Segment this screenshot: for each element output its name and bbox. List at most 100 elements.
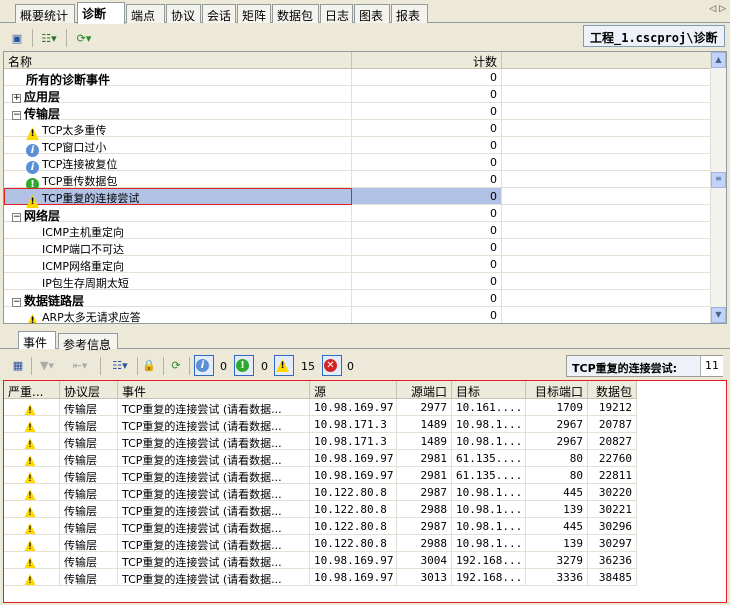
separator xyxy=(189,357,190,375)
grid-header-target-port[interactable]: 目标端口 xyxy=(526,381,588,399)
scroll-thumb[interactable]: ≡ xyxy=(711,172,726,188)
lock-icon[interactable]: 🔒 xyxy=(141,357,157,373)
scroll-up-button[interactable]: ▲ xyxy=(711,52,726,68)
tab-4[interactable]: 会话 xyxy=(202,4,236,23)
warning-icon: ! xyxy=(23,523,37,534)
tree-row[interactable]: i TCP窗口过小 0 xyxy=(4,137,712,157)
target-port-cell: 2967 xyxy=(526,433,588,450)
tree-row[interactable]: − 数据链路层 0 xyxy=(4,290,712,308)
export-icon[interactable]: ▦ xyxy=(10,357,26,373)
refresh-icon[interactable]: ⟳▾ xyxy=(71,30,97,46)
tree-row-count: 0 xyxy=(352,120,502,137)
tab-9[interactable]: 报表 xyxy=(391,4,428,23)
layer-cell: 传输层 xyxy=(60,467,118,484)
scroll-down-button[interactable]: ▼ xyxy=(711,307,726,323)
packet-cell: 30220 xyxy=(588,484,637,501)
source-port-cell: 3013 xyxy=(397,569,452,586)
column-chooser-icon[interactable]: ☷▾ xyxy=(38,30,60,46)
expand-icon[interactable]: + xyxy=(12,94,21,103)
save-icon[interactable]: ▣ xyxy=(9,30,25,46)
columns-icon[interactable]: ☷▾ xyxy=(108,357,132,373)
tree-row[interactable]: ICMP网络重定向 0 xyxy=(4,256,712,273)
grid-row[interactable]: ! 传输层 TCP重复的连接尝试 (请看数据... 10.98.169.97 2981 6… xyxy=(4,450,637,467)
tab-1[interactable]: 诊断 xyxy=(77,2,125,24)
grid-row[interactable]: ! 传输层 TCP重复的连接尝试 (请看数据... 10.122.80.8 2987 10… xyxy=(4,484,637,501)
grid-row[interactable]: ! 传输层 TCP重复的连接尝试 (请看数据... 10.98.169.97 2981 6… xyxy=(4,467,637,484)
warning-icon: ! xyxy=(23,438,37,449)
grid-row[interactable]: ! 传输层 TCP重复的连接尝试 (请看数据... 10.98.169.97 3013 1… xyxy=(4,569,637,586)
warning-icon: ! xyxy=(23,404,37,415)
event-cell: TCP重复的连接尝试 (请看数据... xyxy=(118,433,310,450)
tree-row-count: 0 xyxy=(352,205,502,222)
target-cell: 192.168... xyxy=(452,569,526,586)
tree-row-filler xyxy=(502,188,712,205)
tree-row[interactable]: ! ARP太多无请求应答 0 xyxy=(4,307,712,324)
grid-header-source[interactable]: 源 xyxy=(310,381,397,399)
info-count: 0 xyxy=(220,360,227,373)
separator xyxy=(137,357,138,375)
grid-row[interactable]: ! 传输层 TCP重复的连接尝试 (请看数据... 10.98.171.3 1489 10… xyxy=(4,416,637,433)
tree-row[interactable]: − 传输层 0 xyxy=(4,103,712,121)
source-port-cell: 1489 xyxy=(397,433,452,450)
warning-icon: ! xyxy=(26,314,39,323)
tab-6[interactable]: 数据包 xyxy=(272,4,319,23)
error-icon: ✕ xyxy=(324,359,337,372)
tab-8[interactable]: 图表 xyxy=(354,4,390,23)
tree-row[interactable]: + 应用层 0 xyxy=(4,86,712,104)
filter-info-toggle[interactable]: i xyxy=(194,355,214,376)
separator xyxy=(66,29,67,47)
tree-row[interactable]: ! TCP太多重传 0 xyxy=(4,120,712,140)
tab-5[interactable]: 矩阵 xyxy=(237,4,271,23)
collapse-icon[interactable]: − xyxy=(12,298,21,307)
tree-row-filler xyxy=(502,256,712,273)
tree-scrollbar[interactable]: ▲ ≡ ▼ xyxy=(710,52,726,323)
filter-error-toggle[interactable]: ✕ xyxy=(322,355,342,376)
filter-notice-toggle[interactable]: ! xyxy=(234,355,254,376)
bottom-tab-1[interactable]: 参考信息 xyxy=(58,333,118,352)
tree-row[interactable]: IP包生存周期太短 0 xyxy=(4,273,712,290)
collapse-icon[interactable]: − xyxy=(12,111,21,120)
grid-header-event[interactable]: 事件 xyxy=(118,381,310,399)
column-header-name[interactable]: 名称 xyxy=(4,52,352,69)
target-cell: 10.98.1... xyxy=(452,416,526,433)
tree-row-name-cell: ICMP网络重定向 xyxy=(4,256,352,273)
source-port-cell: 2987 xyxy=(397,518,452,535)
event-cell: TCP重复的连接尝试 (请看数据... xyxy=(118,552,310,569)
tab-7[interactable]: 日志 xyxy=(320,4,353,23)
tab-3[interactable]: 协议 xyxy=(166,4,201,23)
grid-row[interactable]: ! 传输层 TCP重复的连接尝试 (请看数据... 10.98.169.97 3004 1… xyxy=(4,552,637,569)
tree-row-label: 网络层 xyxy=(24,209,61,223)
tree-row[interactable]: 所有的诊断事件 0 xyxy=(4,69,712,87)
grid-row[interactable]: ! 传输层 TCP重复的连接尝试 (请看数据... 10.98.169.97 2977 1… xyxy=(4,399,637,416)
tree-row-count: 0 xyxy=(352,154,502,171)
grid-row[interactable]: ! 传输层 TCP重复的连接尝试 (请看数据... 10.98.171.3 1489 10… xyxy=(4,433,637,450)
grid-header-packet[interactable]: 数据包 xyxy=(588,381,637,399)
tree-row[interactable]: i TCP连接被复位 0 xyxy=(4,154,712,174)
filter-warning-toggle[interactable]: ! xyxy=(274,355,294,376)
layer-cell: 传输层 xyxy=(60,569,118,586)
grid-row[interactable]: ! 传输层 TCP重复的连接尝试 (请看数据... 10.122.80.8 2987 10… xyxy=(4,518,637,535)
grid-header-source-port[interactable]: 源端口 xyxy=(397,381,452,399)
tree-row[interactable]: ! TCP重复的连接尝试 0 xyxy=(4,188,712,208)
tab-0[interactable]: 概要统计 xyxy=(15,4,75,23)
grid-row[interactable]: ! 传输层 TCP重复的连接尝试 (请看数据... 10.122.80.8 2988 10… xyxy=(4,535,637,552)
tree-row[interactable]: ! TCP重传数据包 0 xyxy=(4,171,712,191)
collapse-icon[interactable]: − xyxy=(12,213,21,222)
grid-header-severity[interactable]: 严重... xyxy=(4,381,60,399)
grid-row[interactable]: ! 传输层 TCP重复的连接尝试 (请看数据... 10.122.80.8 2988 10… xyxy=(4,501,637,518)
refresh-icon[interactable]: ⟳ xyxy=(168,357,184,373)
target-cell: 10.98.1... xyxy=(452,433,526,450)
tree-row[interactable]: ICMP主机重定向 0 xyxy=(4,222,712,239)
tab-2[interactable]: 端点 xyxy=(126,4,165,23)
path-label: 工程_1.cscproj\诊断 xyxy=(583,25,725,47)
packet-cell: 36236 xyxy=(588,552,637,569)
tab-scroll-arrows[interactable]: ◁ ▷ xyxy=(709,4,726,14)
bottom-tab-0[interactable]: 事件 xyxy=(18,331,56,350)
tree-row[interactable]: ICMP端口不可达 0 xyxy=(4,239,712,256)
grid-header-layer[interactable]: 协议层 xyxy=(60,381,118,399)
grid-header-target[interactable]: 目标 xyxy=(452,381,526,399)
tree-row-label: ARP太多无请求应答 xyxy=(42,311,141,324)
column-header-count[interactable]: 计数 xyxy=(352,52,502,69)
tree-row-filler xyxy=(502,171,712,188)
tree-row[interactable]: − 网络层 0 xyxy=(4,205,712,223)
